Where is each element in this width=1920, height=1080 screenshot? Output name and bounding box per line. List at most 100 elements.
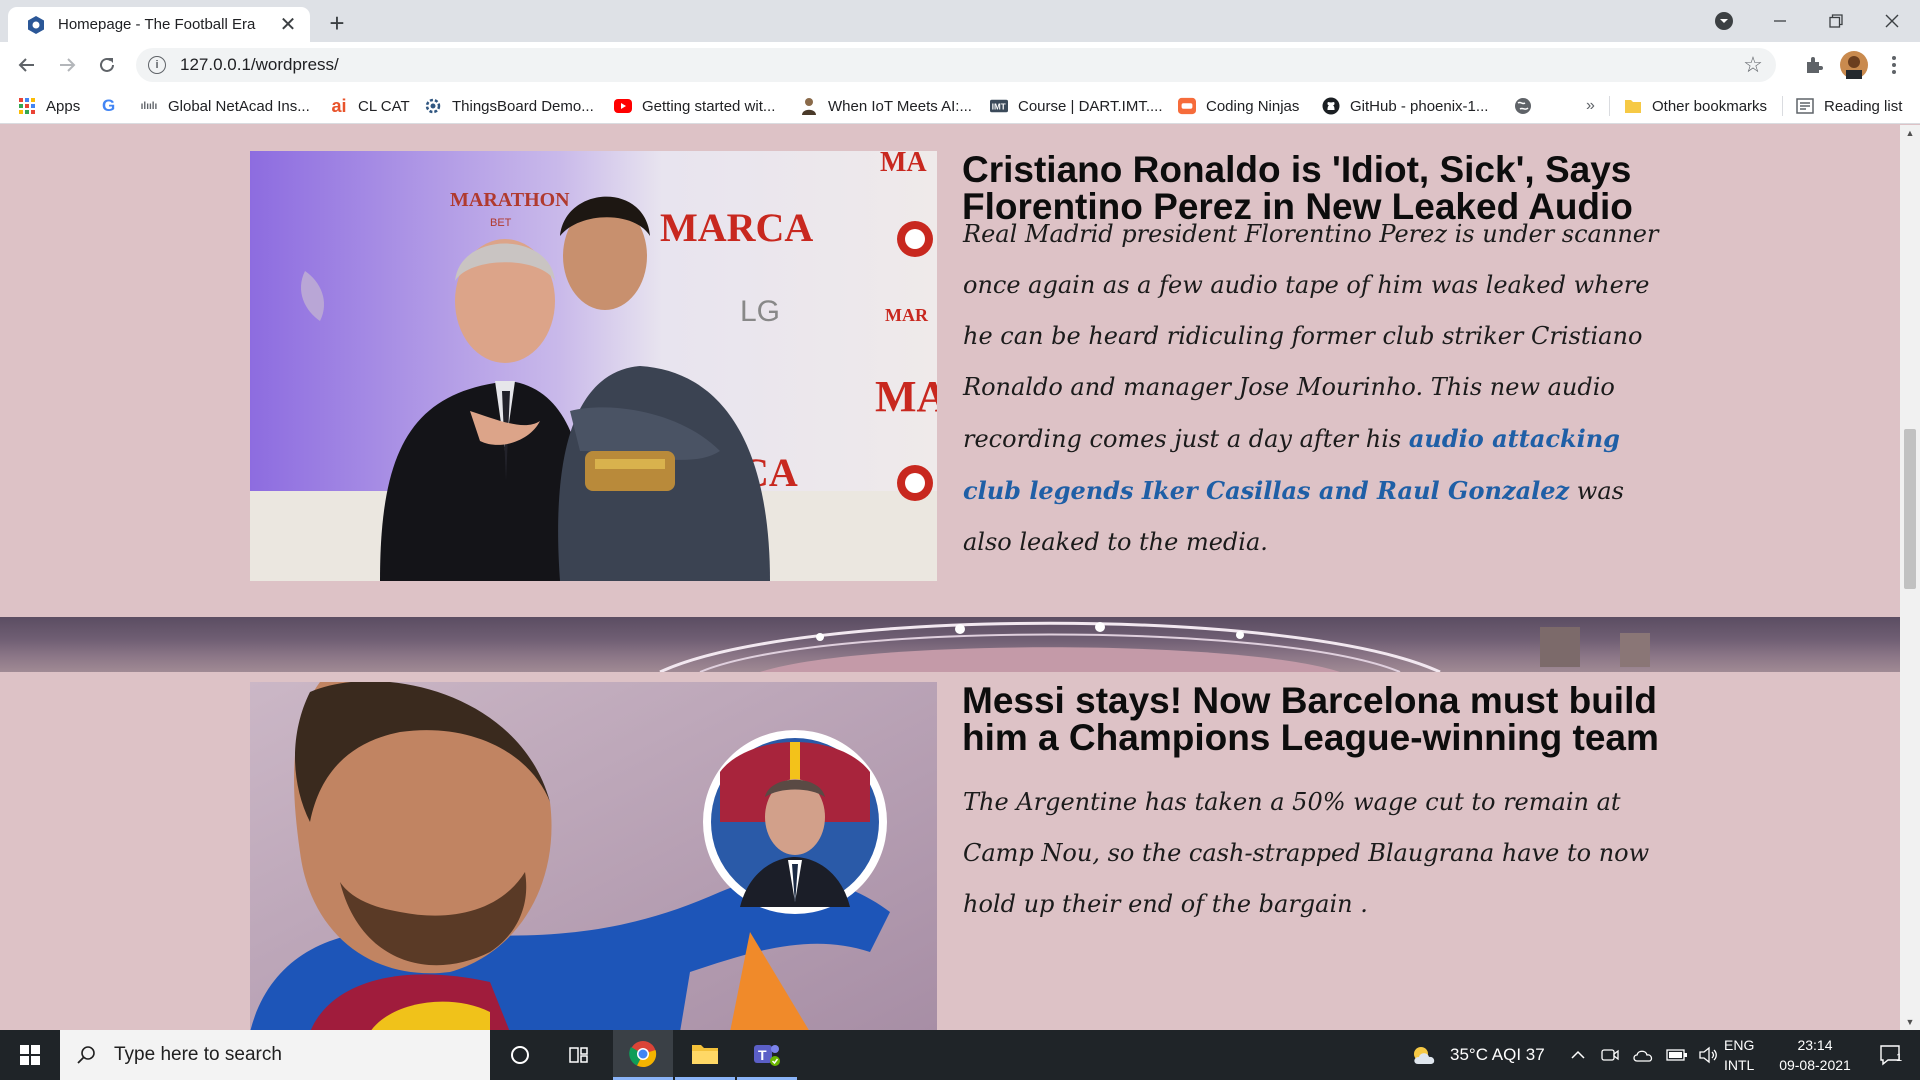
- browser-tab-strip: Homepage - The Football Era ✕ +: [0, 0, 1920, 42]
- site-favicon-icon: [26, 15, 46, 35]
- bookmark-global-netacad[interactable]: ılıılı Global NetAcad Ins...: [140, 88, 310, 124]
- weather-text: 35°C AQI 37: [1450, 1045, 1545, 1064]
- back-button[interactable]: [10, 48, 44, 82]
- minimize-icon[interactable]: [1752, 0, 1808, 42]
- search-icon: [77, 1046, 95, 1064]
- tab-title: Homepage - The Football Era: [58, 16, 256, 33]
- bookmark-other-bookmarks[interactable]: Other bookmarks: [1624, 88, 1767, 124]
- bookmark-getting-started[interactable]: Getting started wit...: [614, 88, 775, 124]
- article-excerpt: The Argentine has taken a 50% wage cut t…: [963, 788, 1650, 918]
- person-icon: [800, 97, 818, 115]
- volume-icon[interactable]: [1698, 1046, 1720, 1064]
- new-tab-button[interactable]: +: [322, 8, 352, 38]
- taskbar-search[interactable]: Type here to search: [60, 1030, 490, 1080]
- bookmark-iot-ai[interactable]: When IoT Meets AI:...: [800, 88, 972, 124]
- reading-list-icon: [1796, 97, 1814, 115]
- tab-search-icon[interactable]: [1696, 0, 1752, 42]
- cortana-button[interactable]: [490, 1030, 550, 1080]
- close-window-icon[interactable]: [1864, 0, 1920, 42]
- svg-text:T: T: [758, 1047, 767, 1063]
- cisco-icon: ılıılı: [140, 100, 158, 112]
- article-title[interactable]: Messi stays! Now Barcelona must build hi…: [962, 682, 1662, 756]
- article-image-ronaldo-perez[interactable]: MARATHON BET MARCA LG MAR MA CA MA: [250, 151, 937, 581]
- forward-button[interactable]: [50, 48, 84, 82]
- bookmark-course-dart[interactable]: IMT Course | DART.IMT....: [990, 88, 1163, 124]
- forward-arrow-icon: [60, 58, 76, 72]
- back-arrow-icon: [18, 58, 34, 72]
- page-viewport[interactable]: MARATHON BET MARCA LG MAR MA CA MA Crist…: [0, 125, 1900, 1030]
- scroll-up-arrow-icon[interactable]: ▲: [1900, 125, 1920, 141]
- google-icon: G: [102, 96, 116, 115]
- bookmark-globe[interactable]: [1514, 88, 1542, 124]
- ai-icon: ai: [331, 95, 347, 116]
- notification-count: 1: [1896, 1052, 1903, 1064]
- sponsor-text: MAR: [885, 305, 929, 325]
- taskbar-chrome[interactable]: [613, 1030, 673, 1080]
- browser-tab[interactable]: Homepage - The Football Era ✕: [8, 7, 310, 42]
- thingsboard-icon: [424, 97, 442, 115]
- bookmark-label: Global NetAcad Ins...: [168, 97, 310, 115]
- youtube-icon: [614, 97, 632, 115]
- extensions-puzzle-icon[interactable]: [1797, 48, 1831, 82]
- bookmark-label: When IoT Meets AI:...: [828, 97, 972, 115]
- article-excerpt: Real Madrid president Florentino Perez i…: [963, 209, 1663, 568]
- browser-menu-icon[interactable]: [1877, 48, 1911, 82]
- chrome-icon: [629, 1040, 657, 1067]
- language-top: ENG: [1724, 1037, 1755, 1053]
- language-indicator[interactable]: ENG INTL: [1724, 1030, 1754, 1080]
- search-placeholder: Type here to search: [114, 1044, 282, 1065]
- address-bar[interactable]: i 127.0.0.1/wordpress/ ☆: [136, 48, 1776, 82]
- clock[interactable]: 23:14 09-08-2021: [1768, 1030, 1862, 1080]
- restore-icon[interactable]: [1808, 0, 1864, 42]
- cortana-circle-icon: [511, 1046, 529, 1064]
- task-view-button[interactable]: [550, 1030, 610, 1080]
- reload-icon: [100, 57, 114, 72]
- article-card-ronaldo: MARATHON BET MARCA LG MAR MA CA MA Crist…: [0, 125, 1900, 617]
- show-hidden-icons-chevron[interactable]: [1570, 1030, 1586, 1080]
- bookmark-cl-cat[interactable]: ai CL CAT: [330, 88, 409, 124]
- github-icon: [1322, 97, 1340, 115]
- scrollbar-thumb[interactable]: [1904, 429, 1916, 589]
- scroll-down-arrow-icon[interactable]: ▼: [1900, 1014, 1920, 1030]
- site-info-icon[interactable]: i: [148, 56, 166, 74]
- svg-text:IMT: IMT: [992, 103, 1006, 112]
- bookmark-reading-list[interactable]: Reading list: [1796, 88, 1902, 124]
- bookmark-github[interactable]: GitHub - phoenix-1...: [1322, 88, 1488, 124]
- page-scrollbar[interactable]: ▲ ▼: [1900, 125, 1920, 1030]
- bookmark-label: Reading list: [1824, 97, 1903, 115]
- meet-now-icon[interactable]: [1600, 1046, 1620, 1064]
- bookmark-star-icon[interactable]: ☆: [1738, 52, 1768, 78]
- codingninjas-icon: [1178, 97, 1196, 115]
- url-text[interactable]: 127.0.0.1/wordpress/: [180, 55, 1738, 75]
- bookmark-label: ThingsBoard Demo...: [452, 97, 594, 115]
- weather-cloud-icon: [1414, 1047, 1435, 1064]
- windows-logo-icon: [20, 1045, 40, 1065]
- more-bookmarks-chevron[interactable]: »: [1586, 88, 1595, 124]
- bookmark-label: Getting started wit...: [642, 97, 776, 115]
- task-view-icon: [569, 1047, 588, 1063]
- tab-close-icon[interactable]: ✕: [276, 13, 300, 37]
- bookmark-coding-ninjas[interactable]: Coding Ninjas: [1178, 88, 1299, 124]
- sponsor-text: MA: [880, 151, 927, 178]
- bookmark-label: Apps: [46, 97, 81, 115]
- tray-icons: [1600, 1030, 1720, 1080]
- action-center-button[interactable]: 1: [1868, 1030, 1912, 1080]
- bookmarks-divider: [1609, 96, 1610, 116]
- bookmark-google[interactable]: G: [102, 88, 115, 124]
- battery-icon[interactable]: [1666, 1048, 1688, 1062]
- bookmark-apps[interactable]: Apps: [18, 88, 80, 124]
- article-image-messi-laporta[interactable]: [250, 682, 937, 1030]
- language-bottom: INTL: [1724, 1057, 1755, 1073]
- excerpt-text: Real Madrid president Florentino Perez i…: [963, 220, 1659, 453]
- bookmark-thingsboard[interactable]: ThingsBoard Demo...: [424, 88, 594, 124]
- taskbar-teams[interactable]: T: [737, 1030, 797, 1080]
- bookmark-label: Course | DART.IMT....: [1018, 97, 1163, 115]
- taskbar-file-explorer[interactable]: [675, 1030, 735, 1080]
- reload-button[interactable]: [90, 48, 124, 82]
- windows-taskbar: Type here to search T 35°C AQI 37 ENG IN…: [0, 1030, 1920, 1080]
- folder-icon: [1624, 97, 1642, 115]
- weather-widget[interactable]: 35°C AQI 37: [1410, 1030, 1545, 1080]
- start-button[interactable]: [0, 1030, 60, 1080]
- onedrive-cloud-icon[interactable]: [1632, 1047, 1654, 1063]
- profile-avatar[interactable]: [1837, 48, 1871, 82]
